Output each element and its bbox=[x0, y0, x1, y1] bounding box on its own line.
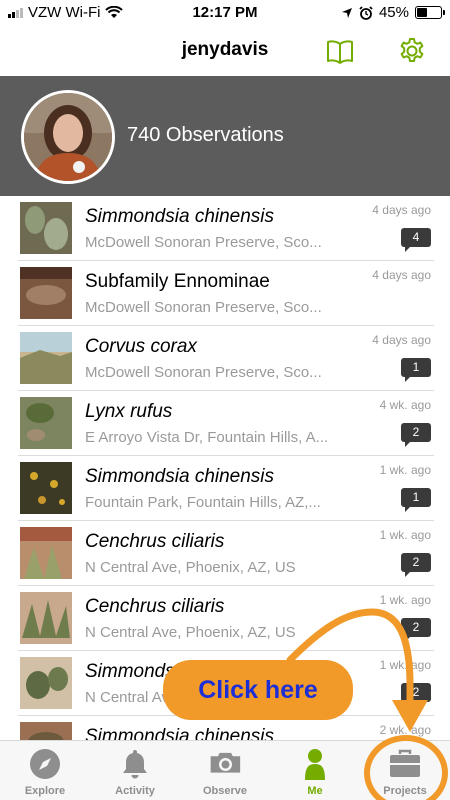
click-here-callout: Click here bbox=[163, 660, 353, 720]
